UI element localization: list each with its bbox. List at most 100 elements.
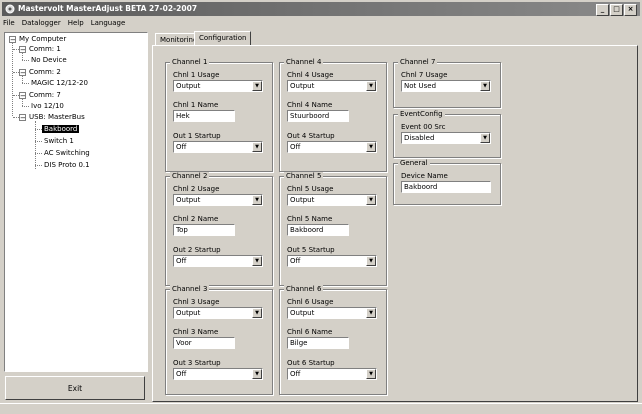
tree-line xyxy=(22,83,29,84)
startup-label: Out 4 Startup xyxy=(287,132,335,140)
tree-node-usb[interactable]: USB: MasterBus xyxy=(29,112,85,122)
tree-line xyxy=(22,106,29,107)
tree-line xyxy=(35,129,42,130)
tree-node-comm7[interactable]: Comm: 7 xyxy=(29,90,61,100)
group-title: Channel 2 xyxy=(170,172,210,181)
startup-label: Out 5 Startup xyxy=(287,246,335,254)
tree-line xyxy=(12,41,13,116)
chevron-down-icon[interactable]: ▼ xyxy=(366,308,376,318)
startup-select[interactable]: Off ▼ xyxy=(173,255,263,267)
channel-5-group: Channel 5 Chnl 5 Usage Output ▼ Chnl 5 Na… xyxy=(279,172,387,286)
menu-help[interactable]: Help xyxy=(68,19,84,27)
channel-2-group: Channel 2 Chnl 2 Usage Output ▼ Chnl 2 Na… xyxy=(165,172,273,286)
channel-3-group: Channel 3 Chnl 3 Usage Output ▼ Chnl 3 Na… xyxy=(165,285,273,395)
chevron-down-icon[interactable]: ▼ xyxy=(252,142,262,152)
usage-select[interactable]: Output ▼ xyxy=(287,194,377,206)
usage-label: Chnl 4 Usage xyxy=(287,71,334,79)
tree-node-comm2[interactable]: Comm: 2 xyxy=(29,67,61,77)
device-name-label: Device Name xyxy=(401,172,448,180)
startup-select[interactable]: Off ▼ xyxy=(287,368,377,380)
main-window: Mastervolt MasterAdjust BETA 27-02-2007 … xyxy=(0,0,642,413)
chevron-down-icon[interactable]: ▼ xyxy=(366,195,376,205)
menu-language[interactable]: Language xyxy=(91,19,126,27)
startup-select[interactable]: Off ▼ xyxy=(287,141,377,153)
tree-node-ac-switching[interactable]: AC Switching xyxy=(44,148,90,158)
name-label: Chnl 5 Name xyxy=(287,215,333,223)
tree-node-magic[interactable]: MAGIC 12/12-20 xyxy=(31,78,88,88)
exit-button[interactable]: Exit xyxy=(5,376,145,400)
startup-select[interactable]: Off ▼ xyxy=(287,255,377,267)
chevron-down-icon[interactable]: ▼ xyxy=(366,81,376,91)
minimize-button[interactable]: _ xyxy=(596,4,609,16)
chevron-down-icon[interactable]: ▼ xyxy=(480,133,490,143)
chevron-down-icon[interactable]: ▼ xyxy=(366,256,376,266)
usage-select[interactable]: Not Used ▼ xyxy=(401,80,491,92)
title-bar: Mastervolt MasterAdjust BETA 27-02-2007 … xyxy=(2,2,640,16)
collapse-icon[interactable]: − xyxy=(19,92,26,100)
maximize-button[interactable]: □ xyxy=(610,4,623,16)
chevron-down-icon[interactable]: ▼ xyxy=(252,81,262,91)
status-bar xyxy=(0,403,642,414)
event-src-label: Event 00 Src xyxy=(401,123,446,131)
name-input[interactable]: Hek xyxy=(173,110,235,122)
name-input[interactable]: Bakboord xyxy=(287,224,349,236)
tree-node-no-device[interactable]: No Device xyxy=(31,55,67,65)
chevron-down-icon[interactable]: ▼ xyxy=(366,369,376,379)
usage-label: Chnl 2 Usage xyxy=(173,185,220,193)
menu-bar: File Datalogger Help Language xyxy=(3,18,132,29)
collapse-icon[interactable]: − xyxy=(19,46,26,54)
tree-line xyxy=(22,76,23,83)
device-tree[interactable]: − My Computer − Comm: 1 No Device − Comm… xyxy=(4,32,148,372)
usage-select[interactable]: Output ▼ xyxy=(287,307,377,319)
chevron-down-icon[interactable]: ▼ xyxy=(252,256,262,266)
tree-line xyxy=(35,165,42,166)
chevron-down-icon[interactable]: ▼ xyxy=(252,308,262,318)
name-input[interactable]: Stuurboord xyxy=(287,110,349,122)
name-label: Chnl 2 Name xyxy=(173,215,219,223)
usage-label: Chnl 1 Usage xyxy=(173,71,220,79)
event-src-select[interactable]: Disabled ▼ xyxy=(401,132,491,144)
usage-select[interactable]: Output ▼ xyxy=(287,80,377,92)
channel-6-group: Channel 6 Chnl 6 Usage Output ▼ Chnl 6 Na… xyxy=(279,285,387,395)
chevron-down-icon[interactable]: ▼ xyxy=(480,81,490,91)
group-title: EventConfig xyxy=(398,110,445,119)
startup-select[interactable]: Off ▼ xyxy=(173,368,263,380)
startup-label: Out 3 Startup xyxy=(173,359,221,367)
tab-configuration[interactable]: Configuration xyxy=(194,31,252,46)
chevron-down-icon[interactable]: ▼ xyxy=(252,195,262,205)
chevron-down-icon[interactable]: ▼ xyxy=(366,142,376,152)
name-input[interactable]: Voor xyxy=(173,337,235,349)
tree-node-dis-proto[interactable]: DIS Proto 0.1 xyxy=(44,160,90,170)
tree-node-ivo[interactable]: Ivo 12/10 xyxy=(31,101,64,111)
menu-file[interactable]: File xyxy=(3,19,15,27)
usage-select[interactable]: Output ▼ xyxy=(173,307,263,319)
tree-node-switch1[interactable]: Switch 1 xyxy=(44,136,74,146)
tree-node-root[interactable]: My Computer xyxy=(19,34,66,44)
name-input[interactable]: Bilge xyxy=(287,337,349,349)
collapse-icon[interactable]: − xyxy=(19,69,26,77)
close-button[interactable]: × xyxy=(624,4,637,16)
usage-label: Chnl 5 Usage xyxy=(287,185,334,193)
chevron-down-icon[interactable]: ▼ xyxy=(252,369,262,379)
usage-label: Chnl 6 Usage xyxy=(287,298,334,306)
tree-line xyxy=(22,60,29,61)
collapse-icon[interactable]: − xyxy=(9,36,16,44)
name-input[interactable]: Top xyxy=(173,224,235,236)
menu-datalogger[interactable]: Datalogger xyxy=(22,19,61,27)
collapse-icon[interactable]: − xyxy=(19,114,26,122)
tree-line xyxy=(22,99,23,106)
tree-node-bakboord[interactable]: Bakboord xyxy=(42,124,80,134)
group-title: Channel 3 xyxy=(170,285,210,294)
usage-select[interactable]: Output ▼ xyxy=(173,80,263,92)
name-label: Chnl 4 Name xyxy=(287,101,333,109)
usage-select[interactable]: Output ▼ xyxy=(173,194,263,206)
startup-label: Out 6 Startup xyxy=(287,359,335,367)
device-name-input[interactable]: Bakboord xyxy=(401,181,491,193)
startup-label: Out 1 Startup xyxy=(173,132,221,140)
startup-select[interactable]: Off ▼ xyxy=(173,141,263,153)
name-label: Chnl 1 Name xyxy=(173,101,219,109)
tree-node-comm1[interactable]: Comm: 1 xyxy=(29,44,61,54)
usage-label: Chnl 7 Usage xyxy=(401,71,448,79)
window-title: Mastervolt MasterAdjust BETA 27-02-2007 xyxy=(18,4,198,13)
eventconfig-group: EventConfig Event 00 Src Disabled ▼ xyxy=(393,110,501,158)
